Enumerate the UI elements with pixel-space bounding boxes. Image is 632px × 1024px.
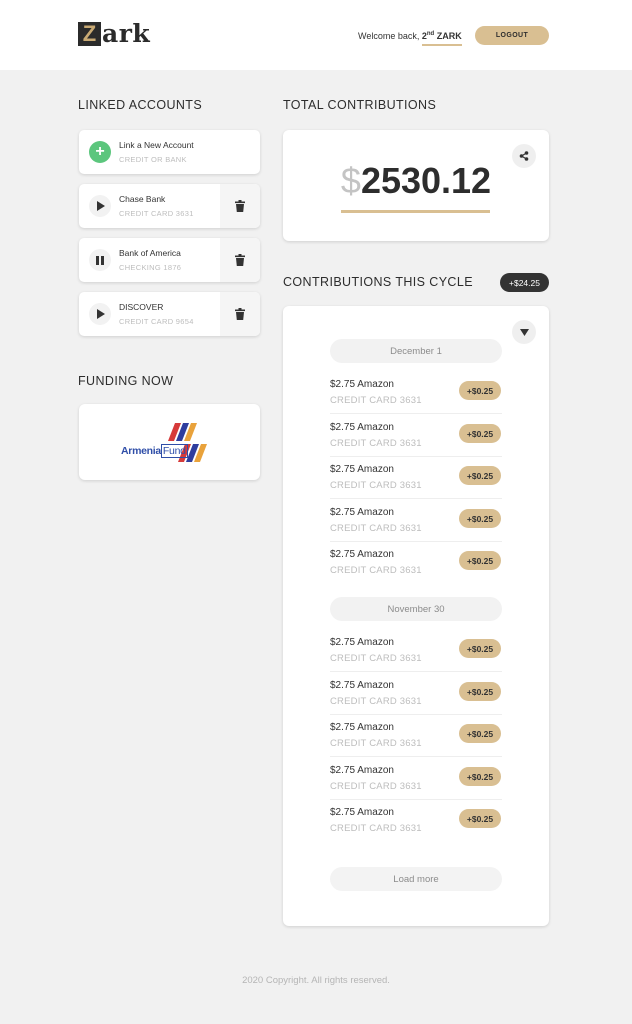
delete-account-button[interactable] (220, 238, 260, 282)
account-detail: CHECKING 1876 (119, 263, 182, 272)
load-more-button[interactable]: Load more (330, 867, 502, 891)
transaction-row: $2.75 Amazon CREDIT CARD 3631 +$0.25 (330, 372, 502, 414)
total-underline (341, 210, 490, 213)
transaction-row: $2.75 Amazon CREDIT CARD 3631 +$0.25 (330, 457, 502, 499)
transaction-source: CREDIT CARD 3631 (330, 653, 422, 664)
trash-icon (235, 254, 245, 266)
play-icon[interactable] (89, 195, 111, 217)
contribution-badge: +$0.25 (459, 381, 501, 400)
transaction-title: $2.75 Amazon (330, 464, 394, 475)
trash-icon (235, 200, 245, 212)
delete-account-button[interactable] (220, 184, 260, 228)
account-name: Chase Bank (119, 194, 166, 204)
armenia-fund-wordmark: Armenia Fund (121, 444, 188, 458)
play-icon[interactable] (89, 303, 111, 325)
cycle-title: CONTRIBUTIONS THIS CYCLE (283, 275, 473, 289)
transaction-source: CREDIT CARD 3631 (330, 696, 422, 707)
transaction-source: CREDIT CARD 3631 (330, 480, 422, 491)
transaction-title: $2.75 Amazon (330, 422, 394, 433)
contribution-badge: +$0.25 (459, 466, 501, 485)
footer-copyright: 2020 Copyright. All rights reserved. (242, 975, 390, 986)
logo-mark: Z (78, 21, 101, 46)
transaction-source: CREDIT CARD 3631 (330, 781, 422, 792)
linked-accounts-title: LINKED ACCOUNTS (78, 98, 203, 112)
transaction-row: $2.75 Amazon CREDIT CARD 3631 +$0.25 (330, 715, 502, 757)
transaction-row: $2.75 Amazon CREDIT CARD 3631 +$0.25 (330, 500, 502, 542)
transaction-source: CREDIT CARD 3631 (330, 565, 422, 576)
contribution-badge: +$0.25 (459, 509, 501, 528)
currency-symbol: $ (340, 160, 361, 201)
logo-wordmark: ark (102, 19, 151, 48)
delete-account-button[interactable] (220, 292, 260, 336)
contribution-badge: +$0.25 (459, 767, 501, 786)
transaction-row: $2.75 Amazon CREDIT CARD 3631 +$0.25 (330, 415, 502, 457)
transaction-row: $2.75 Amazon CREDIT CARD 3631 +$0.25 (330, 758, 502, 800)
transaction-row: $2.75 Amazon CREDIT CARD 3631 +$0.25 (330, 673, 502, 715)
armenia-fund-text-a: Armenia (121, 445, 161, 457)
link-account-label: Link a New Account (119, 140, 194, 150)
account-name: Bank of America (119, 248, 181, 258)
account-card-chase: Chase Bank CREDIT CARD 3631 (79, 184, 260, 228)
transaction-title: $2.75 Amazon (330, 637, 394, 648)
account-card-bank-of-america: Bank of America CHECKING 1876 (79, 238, 260, 282)
plus-icon: + (89, 141, 111, 163)
top-bar: Z ark Welcome back, 2nd ZARK LOGOUT (0, 0, 632, 70)
transaction-title: $2.75 Amazon (330, 722, 394, 733)
funding-card[interactable]: Armenia Fund (79, 404, 260, 480)
zark-logo[interactable]: Z ark (78, 21, 150, 47)
logout-button[interactable]: LOGOUT (475, 26, 549, 45)
transaction-title: $2.75 Amazon (330, 680, 394, 691)
contribution-badge: +$0.25 (459, 639, 501, 658)
date-header: December 1 (330, 339, 502, 363)
trash-icon (235, 308, 245, 320)
welcome-text: Welcome back, (358, 31, 422, 41)
transaction-source: CREDIT CARD 3631 (330, 438, 422, 449)
collapse-button[interactable] (512, 320, 536, 344)
contribution-badge: +$0.25 (459, 682, 501, 701)
total-amount: $2530.12 (283, 160, 549, 202)
funding-now-title: FUNDING NOW (78, 374, 174, 388)
contribution-badge: +$0.25 (459, 724, 501, 743)
transaction-row: $2.75 Amazon CREDIT CARD 3631 +$0.25 (330, 542, 502, 584)
total-value: 2530.12 (360, 160, 492, 201)
transaction-source: CREDIT CARD 3631 (330, 823, 422, 834)
user-name-text: ZARK (434, 31, 462, 41)
contribution-badge: +$0.25 (459, 551, 501, 570)
transaction-title: $2.75 Amazon (330, 765, 394, 776)
account-name: DISCOVER (119, 302, 164, 312)
armenia-fund-text-b: Fund (160, 444, 188, 458)
triangle-down-icon (519, 328, 529, 336)
transaction-source: CREDIT CARD 3631 (330, 395, 422, 406)
transaction-row: $2.75 Amazon CREDIT CARD 3631 +$0.25 (330, 800, 502, 842)
account-detail: CREDIT CARD 9654 (119, 317, 194, 326)
date-header: November 30 (330, 597, 502, 621)
contribution-badge: +$0.25 (459, 809, 501, 828)
cycle-total-badge: +$24.25 (500, 273, 549, 292)
transaction-title: $2.75 Amazon (330, 507, 394, 518)
transaction-title: $2.75 Amazon (330, 807, 394, 818)
transaction-row: $2.75 Amazon CREDIT CARD 3631 +$0.25 (330, 630, 502, 672)
user-name-link[interactable]: 2nd ZARK (421, 31, 462, 46)
pause-icon[interactable] (89, 249, 111, 271)
total-contributions-title: TOTAL CONTRIBUTIONS (283, 98, 437, 112)
transaction-title: $2.75 Amazon (330, 379, 394, 390)
transaction-source: CREDIT CARD 3631 (330, 738, 422, 749)
account-detail: CREDIT CARD 3631 (119, 209, 194, 218)
transaction-title: $2.75 Amazon (330, 549, 394, 560)
link-account-sublabel: CREDIT OR BANK (119, 155, 187, 164)
welcome-message: Welcome back, 2nd ZARK (358, 31, 462, 46)
contribution-badge: +$0.25 (459, 424, 501, 443)
account-card-discover: DISCOVER CREDIT CARD 9654 (79, 292, 260, 336)
link-new-account-button[interactable]: + Link a New Account CREDIT OR BANK (79, 130, 260, 174)
transaction-source: CREDIT CARD 3631 (330, 523, 422, 534)
armenia-fund-logo: Armenia Fund (121, 423, 221, 463)
